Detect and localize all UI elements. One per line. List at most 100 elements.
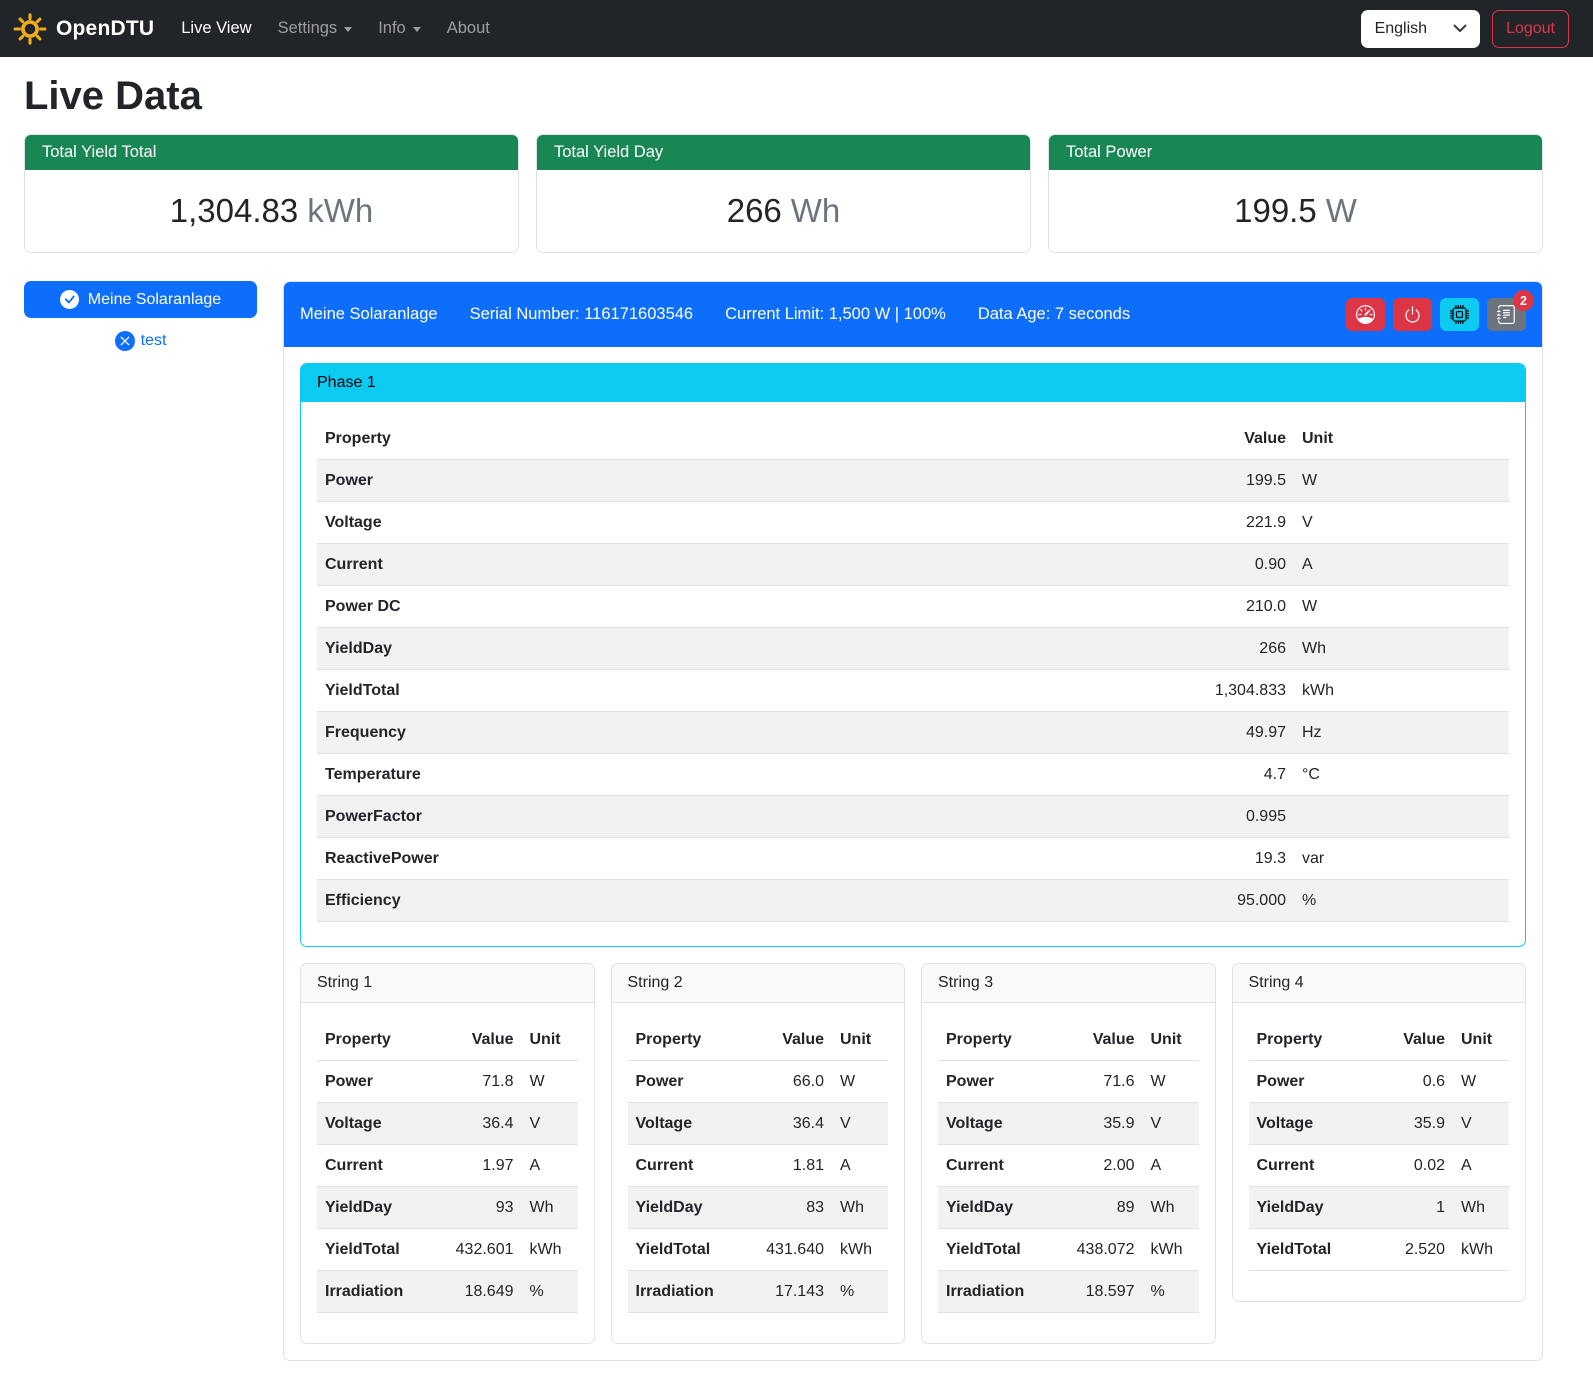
property-cell: Voltage <box>628 1103 741 1145</box>
card-title: Total Yield Total <box>25 135 518 170</box>
unit-cell: A <box>1143 1145 1199 1187</box>
column-property: Property <box>317 1019 430 1061</box>
unit-cell: °C <box>1294 754 1509 796</box>
secondary-inverter-link[interactable]: test <box>141 332 167 350</box>
table-row: YieldTotal 432.601 kWh <box>317 1229 578 1271</box>
string-3-body: Property Value Unit Power <box>922 1003 1215 1343</box>
table-row: Irradiation 18.649 % <box>317 1271 578 1313</box>
page-container: Live Data Total Yield Total 1,304.83kWh … <box>0 74 1543 1387</box>
column-value: Value <box>902 418 1295 460</box>
property-cell: Efficiency <box>317 880 902 922</box>
navbar-right: English Logout <box>1361 10 1569 48</box>
chevron-down-icon <box>344 27 352 32</box>
column-value: Value <box>430 1019 522 1061</box>
unit-cell: V <box>832 1103 888 1145</box>
card-value: 1,304.83 <box>170 192 298 229</box>
device-info-button[interactable] <box>1440 298 1479 331</box>
value-cell: 4.7 <box>902 754 1295 796</box>
table-row: Voltage 36.4 V <box>628 1103 889 1145</box>
value-cell: 35.9 <box>1051 1103 1143 1145</box>
value-cell: 49.97 <box>902 712 1295 754</box>
inverter-select-button[interactable]: Meine Solaranlage <box>24 281 257 318</box>
string-4-title: String 4 <box>1233 964 1526 1003</box>
unit-cell: A <box>1294 544 1509 586</box>
unit-cell: Hz <box>1294 712 1509 754</box>
column-unit: Unit <box>522 1019 578 1061</box>
property-cell: Voltage <box>317 502 902 544</box>
language-select[interactable]: English <box>1361 10 1480 48</box>
unit-cell: W <box>1453 1061 1509 1103</box>
value-cell: 221.9 <box>902 502 1295 544</box>
value-cell: 2.00 <box>1051 1145 1143 1187</box>
value-cell: 1.97 <box>430 1145 522 1187</box>
top-navbar: OpenDTU Live View Settings Info About En… <box>0 0 1593 57</box>
column-property: Property <box>1249 1019 1362 1061</box>
value-cell: 210.0 <box>902 586 1295 628</box>
table-row: Irradiation 18.597 % <box>938 1271 1199 1313</box>
table-row: Current 0.02 A <box>1249 1145 1510 1187</box>
inverter-sidebar: Meine Solaranlage test <box>24 281 257 351</box>
property-cell: Current <box>938 1145 1051 1187</box>
value-cell: 93 <box>430 1187 522 1229</box>
nav-item-settings[interactable]: Settings <box>265 11 366 46</box>
unit-cell: Wh <box>1453 1187 1509 1229</box>
property-cell: YieldDay <box>628 1187 741 1229</box>
table-row: YieldDay 93 Wh <box>317 1187 578 1229</box>
nav-item-live-view[interactable]: Live View <box>168 11 264 46</box>
value-cell: 95.000 <box>902 880 1295 922</box>
value-cell: 0.02 <box>1361 1145 1453 1187</box>
logout-button[interactable]: Logout <box>1492 10 1569 48</box>
value-cell: 18.649 <box>430 1271 522 1313</box>
property-cell: Voltage <box>938 1103 1051 1145</box>
unit-cell: V <box>1143 1103 1199 1145</box>
unit-cell: kWh <box>1453 1229 1509 1271</box>
strings-row: String 1 Property Value Unit <box>300 963 1526 1344</box>
unit-cell: % <box>832 1271 888 1313</box>
column-value: Value <box>1051 1019 1143 1061</box>
unit-cell: W <box>522 1061 578 1103</box>
value-cell: 19.3 <box>902 838 1295 880</box>
unit-cell: kWh <box>1294 670 1509 712</box>
table-row: Power 199.5 W <box>317 460 1509 502</box>
unit-cell: V <box>522 1103 578 1145</box>
unit-cell: A <box>522 1145 578 1187</box>
events-button[interactable]: 2 <box>1487 298 1526 331</box>
x-circle-icon <box>115 331 135 351</box>
sun-icon <box>13 12 47 46</box>
value-cell: 36.4 <box>430 1103 522 1145</box>
app-logo[interactable]: OpenDTU <box>13 12 154 46</box>
property-cell: YieldTotal <box>317 1229 430 1271</box>
card-value-area: 199.5W <box>1049 170 1542 252</box>
table-row: YieldTotal 431.640 kWh <box>628 1229 889 1271</box>
nav-item-info[interactable]: Info <box>365 11 434 46</box>
table-row: Voltage 221.9 V <box>317 502 1509 544</box>
total-yield-day-card: Total Yield Day 266Wh <box>536 134 1031 253</box>
nav-item-about[interactable]: About <box>434 11 503 46</box>
check-circle-icon <box>60 290 79 309</box>
string-1-body: Property Value Unit Power <box>301 1003 594 1343</box>
inverter-data-age: Data Age: 7 seconds <box>978 305 1130 324</box>
table-row: Efficiency 95.000 % <box>317 880 1509 922</box>
table-row: YieldDay 1 Wh <box>1249 1187 1510 1229</box>
property-cell: Power <box>938 1061 1051 1103</box>
string-1-table: Property Value Unit Power <box>317 1019 578 1313</box>
string-3-table: Property Value Unit Power <box>938 1019 1199 1313</box>
phase-1-table: Property Value Unit Power <box>317 418 1509 922</box>
string-2-title: String 2 <box>612 964 905 1003</box>
property-cell: Irradiation <box>317 1271 430 1313</box>
property-cell: YieldDay <box>1249 1187 1362 1229</box>
string-3-card: String 3 Property Value Unit <box>921 963 1216 1344</box>
limit-settings-button[interactable] <box>1346 298 1385 331</box>
table-row: Power 71.8 W <box>317 1061 578 1103</box>
power-button[interactable] <box>1393 298 1432 331</box>
unit-cell: V <box>1294 502 1509 544</box>
property-cell: YieldTotal <box>628 1229 741 1271</box>
card-title: Total Yield Day <box>537 135 1030 170</box>
value-cell: 17.143 <box>740 1271 832 1313</box>
chevron-down-icon <box>413 27 421 32</box>
brand-name: OpenDTU <box>56 17 154 41</box>
table-row: Temperature 4.7 °C <box>317 754 1509 796</box>
unit-cell: A <box>1453 1145 1509 1187</box>
unit-cell: kWh <box>522 1229 578 1271</box>
unit-cell: A <box>832 1145 888 1187</box>
